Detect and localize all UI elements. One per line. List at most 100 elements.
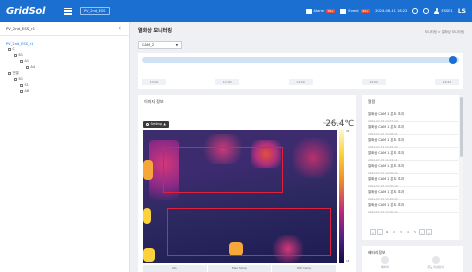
event-icon <box>340 8 347 14</box>
timeline-labels: 10:00 12:00 14:00 16:00 16:22 <box>142 79 459 85</box>
alarm-panel-title: 알람 <box>368 99 376 104</box>
timeline-label[interactable]: 14:00 <box>288 79 313 85</box>
sidebar-site-link[interactable]: PV_2nd_ESS_r1 <box>0 36 129 46</box>
timeline-handle[interactable] <box>448 56 457 64</box>
timeline-label[interactable]: 12:00 <box>215 79 240 85</box>
alarm-text: 열화상 CAM 1 온도 초과 <box>368 138 404 142</box>
alarm-item[interactable]: 열화상 CAM 1 온도 초과 2024-07-15 13:45:22 <box>368 187 458 201</box>
page-button[interactable]: 5 <box>412 229 418 235</box>
refresh-icon[interactable] <box>412 8 419 14</box>
roi-box[interactable] <box>163 147 283 193</box>
page-button[interactable]: 1 <box>384 229 390 235</box>
alarm-indicator[interactable]: Alarm 99+ <box>305 8 336 14</box>
temperature-value: 26.4℃ <box>325 119 354 129</box>
bell-icon <box>305 8 312 14</box>
folder-icon <box>14 77 17 81</box>
user-icon <box>434 8 440 14</box>
last-page-button[interactable]: » <box>426 229 432 235</box>
scale-max: 36 <box>346 130 350 133</box>
page-title: 열화상 모니터링 <box>138 28 172 34</box>
first-page-button[interactable]: « <box>370 229 376 235</box>
alarm-panel: 알람 열화상 CAM 1 온도 초과 2024-07-15 14:57:19 열화상… <box>362 95 463 240</box>
timeline-label[interactable]: 10:00 <box>142 79 166 85</box>
alarm-text: 열화상 CAM 1 온도 초과 <box>368 190 404 194</box>
breadcrumb[interactable]: 모니터링 > 열화상 모니터링 <box>425 29 464 34</box>
datetime-display: 2024-06-11 16:22 <box>375 9 408 13</box>
alarm-item[interactable]: 열화상 CAM 1 온도 초과 2024-07-15 14:05:24 <box>368 161 458 175</box>
temperature-table-header: No. Max temp Min temp <box>143 265 338 272</box>
scrollbar-thumb[interactable] <box>459 97 463 157</box>
alarm-label: Alarm <box>313 9 325 13</box>
device-icon <box>26 65 29 69</box>
alarm-scrollbar[interactable] <box>459 95 463 240</box>
info-item-label: 온도 이상감지 <box>427 265 444 269</box>
alarm-item[interactable]: 열화상 CAM 1 온도 초과 2024-07-15 14:00:29 <box>368 174 458 188</box>
alarm-pager: « ‹ 1 2 3 4 5 › » <box>370 229 432 235</box>
timeline-label[interactable]: 16:00 <box>361 79 386 85</box>
heat-region <box>143 160 153 180</box>
prev-page-button[interactable]: ‹ <box>377 229 383 235</box>
device-icon <box>20 89 23 93</box>
top-bar: GridSol PV_2nd_ESS Alarm 99+ Event 99+ 2… <box>0 0 472 22</box>
alarm-text: 열화상 CAM 1 온도 초과 <box>368 151 404 155</box>
column-header: Min temp <box>272 265 338 272</box>
device-icon <box>20 59 23 63</box>
tree-node-label: B1 <box>18 77 23 81</box>
alarm-item[interactable]: 열화상 CAM 1 온도 초과 2024-07-15 14:29:30 <box>368 135 458 149</box>
user-menu[interactable]: ESSE1 <box>434 8 453 14</box>
image-panel-title: 이미지 정보 <box>144 99 164 104</box>
battery-icon <box>381 256 390 264</box>
info-item[interactable]: 배터리 <box>381 256 390 269</box>
info-item-label: 배터리 <box>381 265 390 269</box>
app-logo[interactable]: GridSol <box>6 6 54 17</box>
page-button[interactable]: 2 <box>391 229 397 235</box>
event-count-badge: 99+ <box>360 9 371 13</box>
tree-node[interactable]: A8 <box>6 88 129 94</box>
alarm-text: 열화상 CAM 1 온도 초과 <box>368 112 404 116</box>
sidebar: PV_2nd_ESS_r1 ‹ PV_2nd_ESS_r1 C B1 A1 A4… <box>0 22 130 272</box>
menu-icon[interactable] <box>64 7 72 15</box>
alarm-text: 열화상 CAM 1 온도 초과 <box>368 203 404 207</box>
roi-box[interactable] <box>167 208 331 256</box>
alarm-item[interactable]: 열화상 CAM 1 온도 초과 2024-07-15 14:57:19 <box>368 109 458 123</box>
page-button[interactable]: 4 <box>405 229 411 235</box>
alarm-text: 열화상 CAM 1 온도 초과 <box>368 164 404 168</box>
tree-node-label: A4 <box>30 65 35 69</box>
site-select[interactable]: PV_2nd_ESS <box>80 7 110 15</box>
logout-button[interactable]: LS <box>458 8 466 15</box>
next-page-button[interactable]: › <box>419 229 425 235</box>
timeline-slider[interactable] <box>142 56 459 64</box>
alarm-item[interactable]: 열화상 CAM 1 온도 초과 2024-07-15 14:38:51 <box>368 122 458 136</box>
page-button[interactable]: 3 <box>398 229 404 235</box>
camera-select[interactable]: CAM_2 ▼ <box>138 41 182 49</box>
image-info-panel: 이미지 정보 Setting ▲ Temperature 26.4℃ 36 18… <box>138 95 356 272</box>
sidebar-title: PV_2nd_ESS_r1 <box>6 26 36 31</box>
alarm-text: 열화상 CAM 1 온도 초과 <box>368 125 404 129</box>
alarm-item[interactable]: 열화상 CAM 1 온도 초과 2024-07-15 14:19:11 <box>368 148 458 162</box>
chevron-down-icon: ▼ <box>175 43 178 47</box>
app-root: GridSol PV_2nd_ESS Alarm 99+ Event 99+ 2… <box>0 0 472 272</box>
timeline-label[interactable]: 16:22 <box>435 79 459 85</box>
event-label: Event <box>348 9 359 13</box>
settings-icon[interactable] <box>423 8 430 14</box>
event-indicator[interactable]: Event 99+ <box>340 8 371 14</box>
heat-region <box>143 248 155 262</box>
user-name: ESSE1 <box>441 9 453 13</box>
thermal-image[interactable] <box>143 130 337 263</box>
scale-ticks: 36 18 <box>346 130 349 263</box>
alarm-time: 2024-07-15 13:30:12 <box>368 209 398 214</box>
caret-up-icon: ▲ <box>163 122 166 126</box>
battery-info-panel: 배터리정보 배터리 온도 이상감지 <box>362 246 463 272</box>
info-item[interactable]: 온도 이상감지 <box>427 256 444 269</box>
info-items: 배터리 온도 이상감지 <box>362 256 463 269</box>
main-content: 열화상 모니터링 모니터링 > 열화상 모니터링 CAM_2 ▼ 10:00 1… <box>130 22 472 272</box>
device-tree: C B1 A1 A4 전열 B1 S1 A8 <box>0 46 129 94</box>
collapse-sidebar-icon[interactable]: ‹ <box>119 25 121 32</box>
alarm-item[interactable]: 열화상 CAM 1 온도 초과 2024-07-15 13:30:12 <box>368 200 458 214</box>
column-header: Max temp <box>208 265 273 272</box>
tree-node-label: C <box>12 47 15 51</box>
setting-button[interactable]: Setting ▲ <box>143 121 169 128</box>
warning-icon <box>431 256 440 264</box>
alarm-list: 열화상 CAM 1 온도 초과 2024-07-15 14:57:19 열화상 CA… <box>368 109 458 214</box>
tree-node-label: A1 <box>24 59 29 63</box>
